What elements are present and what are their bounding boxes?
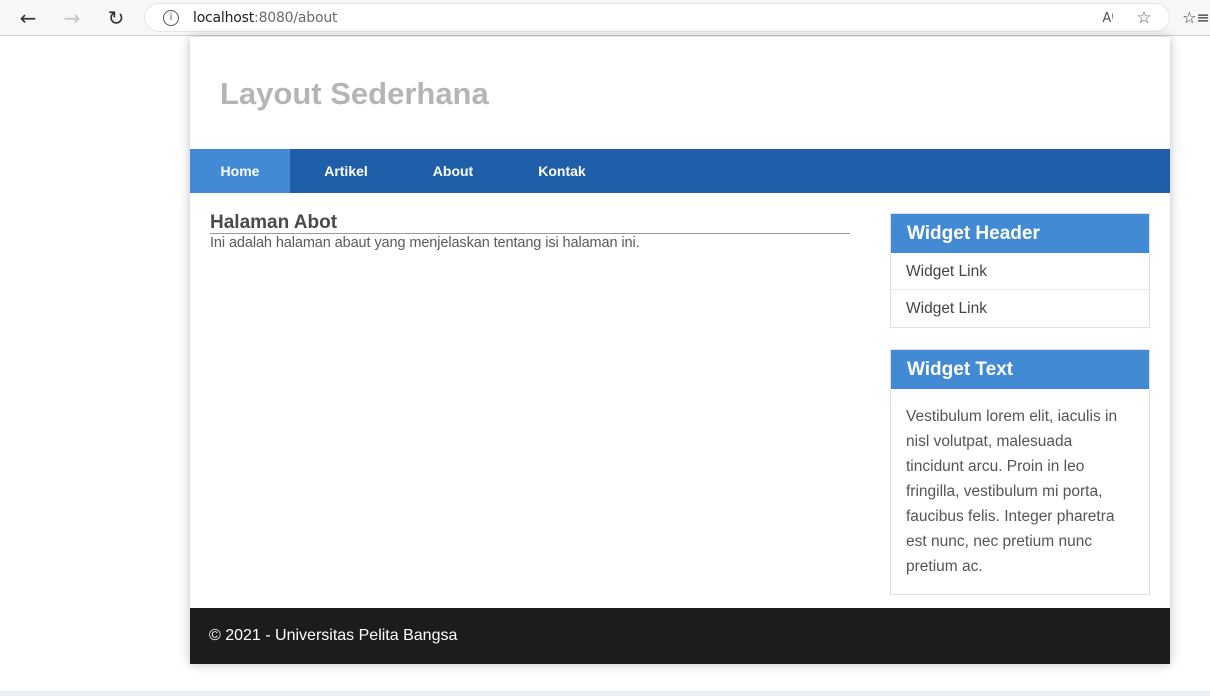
widget-text-body: Vestibulum lorem elit, iaculis in nisl v… <box>906 408 1118 575</box>
add-favorite-icon[interactable]: ☆ <box>1133 8 1155 28</box>
reload-icon[interactable]: ↻ <box>102 4 130 32</box>
page-container: Layout Sederhana Home Artikel About Kont… <box>190 37 1170 664</box>
widget-text-title: Widget Text <box>891 350 1149 389</box>
favorites-icon[interactable]: ☆≡ <box>1182 6 1210 28</box>
nav-item-about[interactable]: About <box>402 149 504 193</box>
url-path: :8080/about <box>254 10 338 26</box>
forward-arrow-icon[interactable]: → <box>58 4 86 32</box>
widget-link[interactable]: Widget Link <box>891 290 1149 327</box>
widget-links: Widget Header Widget Link Widget Link <box>890 213 1150 328</box>
widget-text: Widget Text Vestibulum lorem elit, iacul… <box>890 349 1150 595</box>
info-icon[interactable]: i <box>163 10 179 26</box>
main-content: Halaman Abot Ini adalah halaman abaut ya… <box>210 213 850 251</box>
taskbar-strip <box>0 691 1210 696</box>
content-text: Ini adalah halaman abaut yang menjelaska… <box>210 235 640 251</box>
sidebar: Widget Header Widget Link Widget Link Wi… <box>890 213 1150 616</box>
site-footer: © 2021 - Universitas Pelita Bangsa <box>190 608 1170 664</box>
widget-link[interactable]: Widget Link <box>891 253 1149 290</box>
widget-header-title: Widget Header <box>891 214 1149 253</box>
address-bar[interactable]: i localhost:8080/about Aᵎ ☆ <box>144 3 1170 32</box>
footer-text: © 2021 - Universitas Pelita Bangsa <box>209 627 458 644</box>
main-nav: Home Artikel About Kontak <box>190 149 1170 193</box>
nav-item-home[interactable]: Home <box>190 149 290 193</box>
url-host: localhost <box>193 10 255 26</box>
nav-item-artikel[interactable]: Artikel <box>290 149 402 193</box>
site-title: Layout Sederhana <box>220 76 489 111</box>
back-arrow-icon[interactable]: ← <box>14 4 42 32</box>
nav-item-kontak[interactable]: Kontak <box>504 149 620 193</box>
content-title: Halaman Abot <box>210 213 850 234</box>
url-text[interactable]: localhost:8080/about <box>193 10 338 26</box>
read-aloud-icon[interactable]: Aᵎ <box>1097 8 1119 28</box>
browser-toolbar: ← → ↻ i localhost:8080/about Aᵎ ☆ ☆≡ <box>0 0 1210 36</box>
site-header: Layout Sederhana <box>190 37 1170 149</box>
